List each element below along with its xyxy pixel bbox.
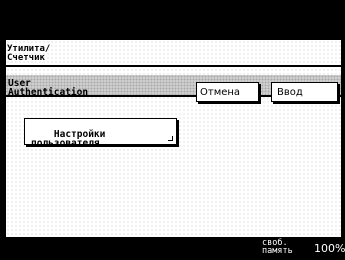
enter-button-label: Ввод: [277, 86, 303, 98]
user-settings-label: Настройки пользователя: [31, 129, 106, 149]
user-settings-button[interactable]: Настройки пользователя: [24, 118, 177, 148]
enter-button[interactable]: Ввод: [271, 82, 338, 102]
free-memory-label: своб. память: [262, 238, 293, 256]
corner-arrow-icon: [168, 136, 173, 141]
cancel-button[interactable]: Отмена: [196, 82, 259, 102]
free-memory-value: 100%: [314, 242, 345, 255]
breadcrumb-bar: Утилита/ Счетчик: [6, 40, 341, 67]
page-breadcrumb: Утилита/ Счетчик: [7, 44, 51, 63]
panel-screen: Утилита/ Счетчик User Authentication Отм…: [6, 40, 341, 260]
status-bar: своб. память 100%: [0, 237, 345, 260]
cancel-button-label: Отмена: [200, 86, 241, 98]
page-title: User Authentication: [8, 78, 89, 98]
